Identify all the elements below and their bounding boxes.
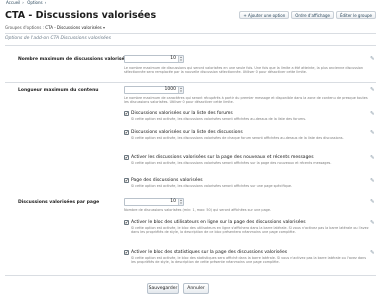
per-page-label: Discussions valorisées par page xyxy=(18,200,100,205)
forum-list-label[interactable]: Discussions valorisées sur la liste des … xyxy=(131,111,233,116)
statistics-hint: Si cette option est activée, le bloc des… xyxy=(131,256,367,265)
page-title: CTA - Discussions valorisées xyxy=(5,10,157,21)
content-length-value[interactable]: 1000 xyxy=(125,87,178,92)
group-value[interactable]: CTA - Discussions valorisées xyxy=(45,25,102,30)
statistics-checkbox[interactable]: ✔ xyxy=(124,250,129,255)
online-users-hint: Si cette option est activée, le bloc des… xyxy=(131,226,369,235)
new-posts-checkbox[interactable]: ✔ xyxy=(124,155,129,160)
max-discussions-label: Nombre maximum de discussions valorisées xyxy=(18,57,131,62)
content-length-hint: Le nombre maximum de caractères qui sero… xyxy=(124,96,368,105)
spinner-arrows-icon[interactable]: ▴ ▾ xyxy=(178,199,183,205)
breadcrumb: Accueil › Options › xyxy=(6,0,47,5)
pencil-icon[interactable]: ✎ xyxy=(370,220,376,226)
per-page-value[interactable]: 10 xyxy=(125,199,178,204)
divider xyxy=(5,82,376,83)
divider xyxy=(5,275,376,276)
forum-list-hint: Si cette option est activée, les discuss… xyxy=(131,117,307,121)
spinner-arrows-icon[interactable]: ▴ ▾ xyxy=(178,87,183,93)
breadcrumb-home[interactable]: Accueil xyxy=(6,0,20,5)
edit-group-button[interactable]: Éditer le groupe xyxy=(335,11,376,19)
max-discussions-stepper[interactable]: 10 ▴ ▾ xyxy=(124,55,184,63)
new-posts-label[interactable]: Activer les discussions valorisées sur l… xyxy=(131,155,314,160)
content-length-label: Longueur maximum du contenu xyxy=(18,88,99,93)
pencil-icon[interactable]: ✎ xyxy=(370,130,376,136)
per-page-stepper[interactable]: 10 ▴ ▾ xyxy=(124,198,184,206)
add-option-button[interactable]: + Ajouter une option xyxy=(239,11,290,19)
featured-page-label[interactable]: Page des discussions valorisées xyxy=(131,178,203,183)
spinner-arrows-icon[interactable]: ▴ ▾ xyxy=(178,56,183,62)
statistics-label[interactable]: Activer le bloc des statistiques sur la … xyxy=(131,250,287,255)
forum-list-checkbox[interactable]: ✔ xyxy=(124,111,129,116)
thread-list-label[interactable]: Discussions valorisées sur la liste des … xyxy=(131,130,243,135)
chevron-down-icon[interactable]: ▾ xyxy=(103,25,105,30)
max-discussions-value[interactable]: 10 xyxy=(125,56,178,61)
pencil-icon[interactable]: ✎ xyxy=(370,155,376,161)
pencil-icon[interactable]: ✎ xyxy=(370,199,376,205)
per-page-hint: Nombre de discussions valorisées (min: 1… xyxy=(124,208,271,212)
pencil-icon[interactable]: ✎ xyxy=(370,178,376,184)
pencil-icon[interactable]: ✎ xyxy=(370,250,376,256)
max-discussions-hint: Le nombre maximum de discussions qui ser… xyxy=(124,66,363,75)
pencil-icon[interactable]: ✎ xyxy=(370,56,376,62)
save-button[interactable]: Sauvegarder xyxy=(147,283,179,294)
cancel-button[interactable]: Annuler xyxy=(183,283,209,294)
pencil-icon[interactable]: ✎ xyxy=(370,87,376,93)
header-actions: + Ajouter une option Ordre d'affichage É… xyxy=(239,11,376,19)
featured-page-hint: Si cette option est activée, les discuss… xyxy=(131,184,293,188)
divider xyxy=(5,45,376,46)
featured-page-checkbox[interactable]: ✔ xyxy=(124,178,129,183)
divider xyxy=(5,33,376,34)
pencil-icon[interactable]: ✎ xyxy=(370,111,376,117)
group-prefix: Groupes d'options : xyxy=(5,25,44,30)
online-users-label[interactable]: Activer le bloc des utilisateurs en lign… xyxy=(131,220,306,225)
online-users-checkbox[interactable]: ✔ xyxy=(124,220,129,225)
new-posts-hint: Si cette option est activée, les discuss… xyxy=(131,161,332,165)
option-group-selector[interactable]: Groupes d'options : CTA - Discussions va… xyxy=(5,25,105,31)
content-length-stepper[interactable]: 1000 ▴ ▾ xyxy=(124,86,184,94)
options-description: Options de l'add-on CTA Discussions valo… xyxy=(5,36,111,41)
breadcrumb-options[interactable]: Options xyxy=(27,0,42,5)
thread-list-hint: Si cette option est activée, les discuss… xyxy=(131,136,344,140)
thread-list-checkbox[interactable]: ✔ xyxy=(124,130,129,135)
display-order-button[interactable]: Ordre d'affichage xyxy=(291,11,334,19)
